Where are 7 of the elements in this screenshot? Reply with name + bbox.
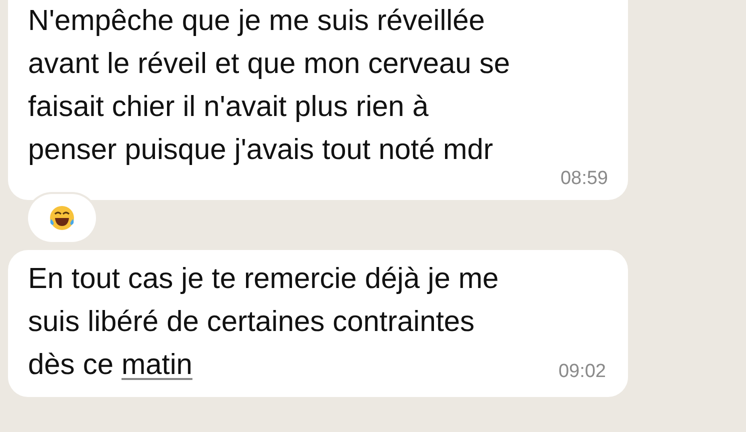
reaction-pill[interactable] [28, 194, 96, 242]
laughing-emoji-icon [48, 204, 76, 232]
message-link[interactable]: matin [122, 349, 192, 381]
message-text: En tout cas je te remercie déjà je me suis libéré de certaines contraintes dès ce matin [28, 262, 499, 383]
message-time: 09:02 [558, 361, 606, 383]
message-time: 08:59 [560, 168, 608, 190]
message-text: N'empêche que je me suis réveillée avant le réveil et que mon cerveau se faisait chier il n'avait plus rien à penser puisque j'avais tout noté mdr [28, 4, 510, 168]
